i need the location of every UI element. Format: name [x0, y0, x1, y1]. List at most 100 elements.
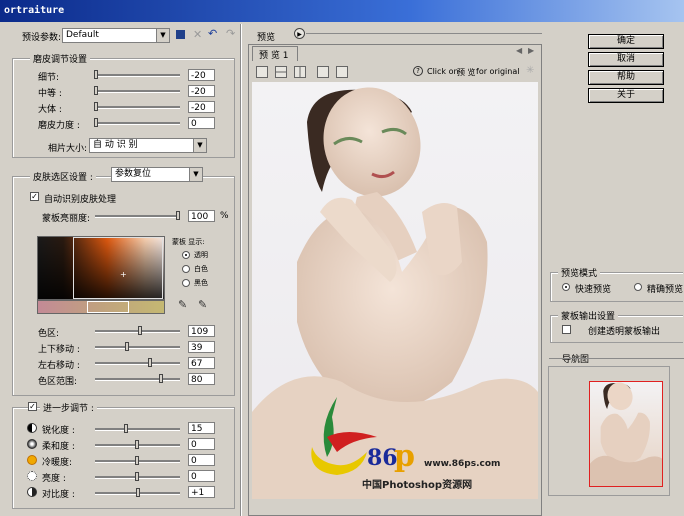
watermark-site: 中国Photoshop资源网 [362, 480, 473, 491]
vertical-shift-track[interactable] [95, 346, 180, 349]
brightness-field[interactable]: 0 [188, 470, 215, 482]
medium-label: 中等 : [38, 89, 62, 99]
horizontal-shift-field[interactable]: 67 [188, 357, 215, 369]
large-slider-track[interactable] [95, 106, 180, 109]
preview-image[interactable]: 86 p www.86ps.com 中国Photoshop资源网 [252, 82, 538, 499]
further-checkbox[interactable]: ✓ [28, 402, 37, 411]
color-zone-label: 色区: [38, 329, 60, 339]
detail-label: 细节: [38, 73, 60, 83]
ok-button[interactable]: 确定 [588, 34, 664, 49]
vertical-shift-thumb[interactable] [125, 342, 129, 351]
preview-mode-title: 预览模式 [558, 266, 601, 279]
sharpen-field[interactable]: 15 [188, 422, 215, 434]
mask-brightness-field[interactable]: 100 [188, 210, 215, 222]
detail-slider-thumb[interactable] [94, 70, 98, 79]
color-range-thumb[interactable] [159, 374, 163, 383]
split-horizontal-icon[interactable] [275, 66, 287, 78]
auto-detect-checkbox[interactable]: ✓ [30, 192, 39, 201]
mask-white-radio[interactable] [182, 265, 190, 273]
fast-preview-radio[interactable] [562, 283, 570, 291]
navigator-viewport[interactable] [589, 381, 663, 487]
create-mask-checkbox[interactable] [562, 325, 571, 334]
redo-icon[interactable]: ↷ [226, 27, 235, 40]
preset-select[interactable]: Default ▼ [62, 28, 170, 43]
color-zone-thumb[interactable] [138, 326, 142, 335]
copy-preview-icon[interactable] [336, 66, 348, 78]
detail-slider-track[interactable] [95, 74, 180, 77]
strength-slider-thumb[interactable] [94, 118, 98, 127]
mask-brightness-thumb[interactable] [176, 211, 180, 220]
brightness-thumb[interactable] [135, 472, 139, 481]
medium-slider-thumb[interactable] [94, 86, 98, 95]
detail-field[interactable]: -20 [188, 69, 215, 81]
new-preview-icon[interactable] [317, 66, 329, 78]
warmth-label: 冷暖度: [42, 458, 73, 468]
contrast-thumb[interactable] [136, 488, 140, 497]
sharpen-thumb[interactable] [124, 424, 128, 433]
sharpen-track[interactable] [95, 428, 180, 431]
delete-preset-icon[interactable]: ✕ [193, 28, 202, 41]
horizontal-shift-track[interactable] [95, 362, 180, 365]
navigator-thumbnail[interactable] [589, 381, 663, 487]
color-zone-field[interactable]: 109 [188, 325, 215, 337]
medium-slider-track[interactable] [95, 90, 180, 93]
softness-label: 柔和度 : [42, 442, 75, 452]
single-view-icon[interactable] [256, 66, 268, 78]
color-range-field[interactable]: 80 [188, 373, 215, 385]
mask-black-radio[interactable] [182, 279, 190, 287]
contrast-field[interactable]: +1 [188, 486, 215, 498]
contrast-label: 对比度 : [42, 490, 75, 500]
large-field[interactable]: -20 [188, 101, 215, 113]
chevron-down-icon: ▼ [156, 29, 169, 42]
softness-thumb[interactable] [135, 440, 139, 449]
cancel-button[interactable]: 取消 [588, 52, 664, 67]
mask-output-title: 蒙板输出设置 [558, 309, 619, 322]
sharpen-label: 锐化度 : [42, 426, 75, 436]
tab-prev-icon[interactable]: ◀ [516, 46, 522, 55]
mask-transparent-label: 透明 [194, 251, 208, 259]
mask-brightness-label: 蒙板亮丽度: [42, 214, 91, 224]
precise-preview-label: 精确预览 [647, 285, 684, 295]
eyedropper-plus-icon[interactable]: ✎ [198, 298, 207, 311]
skin-reset-select[interactable]: 参数复位 ▼ [111, 167, 203, 182]
create-mask-label: 创建透明蒙板输出 [588, 327, 661, 337]
skin-reset-value: 参数复位 [115, 169, 152, 179]
large-slider-thumb[interactable] [94, 102, 98, 111]
save-preset-icon[interactable] [176, 30, 185, 39]
help-button[interactable]: 帮助 [588, 70, 664, 85]
precise-preview-radio[interactable] [634, 283, 642, 291]
undo-icon[interactable]: ↶ [208, 27, 217, 40]
strength-slider-track[interactable] [95, 122, 180, 125]
mask-transparent-radio[interactable] [182, 251, 190, 259]
warmth-thumb[interactable] [135, 456, 139, 465]
strength-field[interactable]: 0 [188, 117, 215, 129]
further-title: 进一步调节 : [40, 401, 97, 414]
mask-brightness-track[interactable] [95, 215, 180, 218]
softness-icon [27, 439, 37, 449]
color-range-box[interactable] [73, 237, 163, 299]
warmth-field[interactable]: 0 [188, 454, 215, 466]
vertical-shift-label: 上下移动 : [38, 345, 80, 355]
color-range-track[interactable] [95, 378, 180, 381]
hue-range-box[interactable] [87, 301, 129, 313]
watermark-url: www.86ps.com [424, 459, 501, 469]
preview-menu-icon[interactable]: ▶ [294, 28, 305, 39]
tab-preview-1[interactable]: 预 览 1 [252, 46, 298, 61]
photo-size-select[interactable]: 自 动 识 别 ▼ [89, 138, 207, 153]
hint-prefix: Click on [427, 67, 459, 76]
horizontal-shift-thumb[interactable] [148, 358, 152, 367]
color-range-picker[interactable]: + [37, 236, 165, 300]
chevron-down-icon: ▼ [189, 168, 202, 181]
brightness-label: 亮度 : [42, 474, 66, 484]
medium-field[interactable]: -20 [188, 85, 215, 97]
fast-preview-label: 快速预览 [575, 285, 612, 295]
hue-bar[interactable] [37, 300, 165, 314]
eyedropper-icon[interactable]: ✎ [178, 298, 187, 311]
tab-next-icon[interactable]: ▶ [528, 46, 534, 55]
preset-value: Default [66, 30, 99, 40]
vertical-shift-field[interactable]: 39 [188, 341, 215, 353]
auto-detect-label: 自动识别皮肤处理 [44, 195, 117, 205]
about-button[interactable]: 关于 [588, 88, 664, 103]
softness-field[interactable]: 0 [188, 438, 215, 450]
split-vertical-icon[interactable] [294, 66, 306, 78]
